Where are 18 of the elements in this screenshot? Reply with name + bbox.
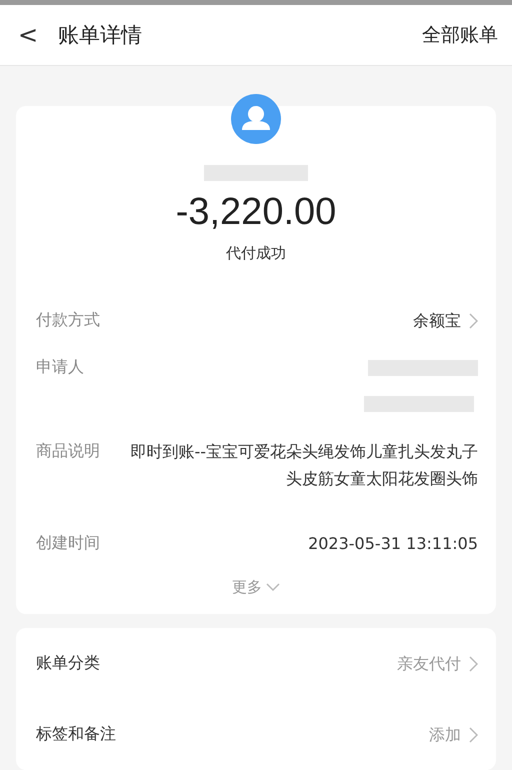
payment-status: 代付成功 [226, 244, 286, 263]
detail-label: 创建时间 [36, 532, 100, 554]
detail-value: 即时到账--宝宝可爱花朵头绳发饰儿童扎头发丸子头皮筋女童太阳花发圈头饰 [129, 441, 478, 490]
chevron-down-icon [266, 583, 280, 592]
detail-value: 2023-05-31 13:11:05 [308, 533, 478, 555]
back-button[interactable]: < [14, 21, 42, 49]
chevron-right-icon [469, 656, 478, 672]
chevron-right-icon [469, 726, 478, 742]
setting-label: 账单分类 [36, 652, 100, 674]
chevron-right-icon [469, 312, 478, 328]
detail-label: 付款方式 [36, 309, 100, 331]
page-title: 账单详情 [58, 22, 144, 49]
detail-label: 申请人 [36, 356, 84, 378]
setting-label: 标签和备注 [36, 723, 116, 745]
detail-label: 商品说明 [36, 440, 100, 462]
all-bills-link[interactable]: 全部账单 [422, 22, 498, 48]
amount: -3,220.00 [176, 191, 336, 234]
detail-value[interactable]: 余额宝 [413, 307, 461, 334]
